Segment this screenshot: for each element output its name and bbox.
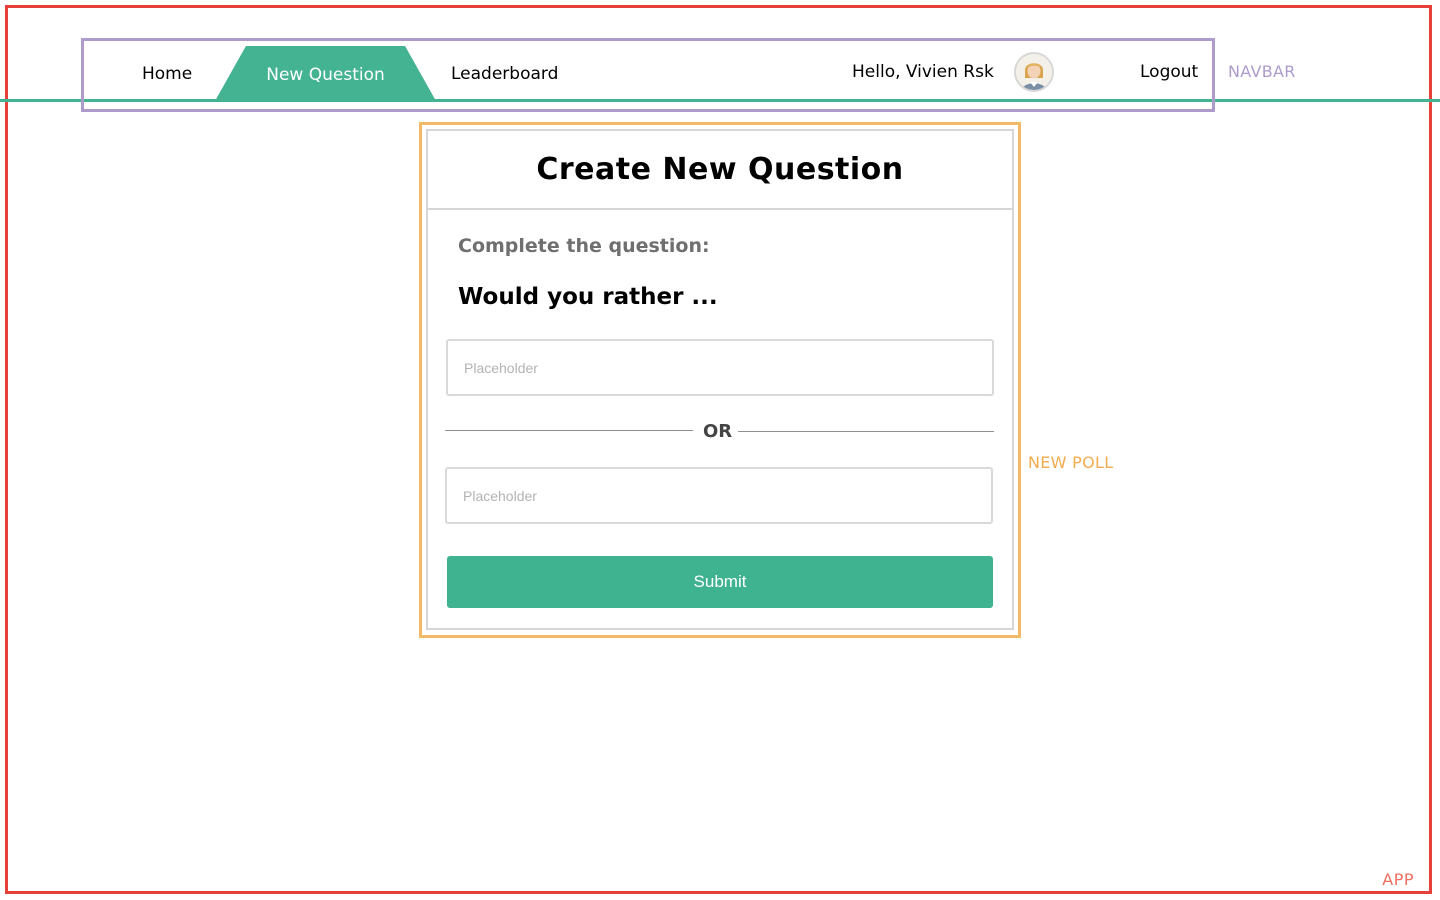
nav-leaderboard-link[interactable]: Leaderboard: [451, 64, 558, 84]
form-subtitle: Complete the question:: [458, 235, 710, 257]
navbar-annotation-label: NAVBAR: [1228, 62, 1296, 81]
option-two-input[interactable]: [445, 467, 993, 524]
nav-new-question-tab[interactable]: New Question: [215, 46, 436, 101]
or-divider-right: [738, 431, 994, 432]
submit-button[interactable]: Submit: [447, 556, 993, 608]
page-title: Create New Question: [536, 152, 904, 187]
card-header: Create New Question: [428, 131, 1012, 210]
app-annotation-label: APP: [1382, 870, 1414, 889]
or-divider-left: [445, 430, 693, 431]
nav-new-question-label: New Question: [266, 64, 385, 85]
nav-home-link[interactable]: Home: [142, 64, 192, 84]
logout-link[interactable]: Logout: [1140, 62, 1198, 82]
user-greeting: Hello, Vivien Rsk: [852, 62, 994, 82]
question-prompt: Would you rather ...: [458, 284, 718, 310]
option-one-input[interactable]: [446, 339, 994, 396]
new-question-card: Create New Question Complete the questio…: [426, 129, 1014, 630]
user-avatar-icon: [1016, 54, 1052, 90]
or-separator: OR: [703, 421, 733, 442]
new-poll-annotation-label: NEW POLL: [1028, 453, 1114, 472]
avatar: [1014, 52, 1054, 92]
